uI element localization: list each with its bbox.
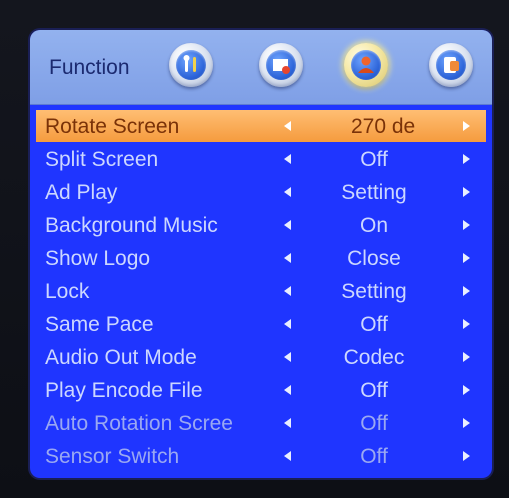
menu-row-label: Show Logo <box>45 247 151 270</box>
menu-row-rotate-screen[interactable]: Rotate Screen 270 de <box>36 110 486 142</box>
menu-row-label: Auto Rotation Scree <box>45 412 233 435</box>
arrow-right-icon[interactable] <box>463 451 470 461</box>
menu-row-value: Off <box>360 379 388 402</box>
user-glyph <box>358 56 374 73</box>
arrow-left-icon[interactable] <box>284 451 291 461</box>
arrow-left-icon[interactable] <box>284 121 291 131</box>
menu-header: Function <box>30 30 492 105</box>
tools-icon-face <box>176 50 206 80</box>
arrow-right-icon[interactable] <box>463 352 470 362</box>
arrow-left-icon[interactable] <box>284 418 291 428</box>
header-title: Function <box>49 56 130 79</box>
user-icon-face <box>351 50 381 80</box>
arrow-left-icon[interactable] <box>284 253 291 263</box>
media-glyph <box>273 59 290 74</box>
user-icon[interactable] <box>344 43 388 87</box>
menu-row-label: Sensor Switch <box>45 445 180 468</box>
arrow-right-icon[interactable] <box>463 187 470 197</box>
function-menu-panel: Function Rotate Screen 270 de Split Scre… <box>30 30 492 478</box>
menu-row-value: Setting <box>341 181 407 204</box>
menu-row-value: Codec <box>343 346 405 369</box>
menu-row-label: Audio Out Mode <box>45 346 197 369</box>
arrow-right-icon[interactable] <box>463 154 470 164</box>
arrow-left-icon[interactable] <box>284 154 291 164</box>
screen-background: Function Rotate Screen 270 de Split Scre… <box>0 0 509 498</box>
menu-row-value: Setting <box>341 280 407 303</box>
menu-row-value: Off <box>360 148 388 171</box>
media-icon-face <box>266 50 296 80</box>
menu-row-auto-rotation-screen[interactable]: Auto Rotation Scree Off <box>36 407 486 439</box>
menu-row-label: Same Pace <box>45 313 154 336</box>
arrow-left-icon[interactable] <box>284 187 291 197</box>
menu-row-same-pace[interactable]: Same Pace Off <box>36 308 486 340</box>
menu-row-audio-out-mode[interactable]: Audio Out Mode Codec <box>36 341 486 373</box>
arrow-right-icon[interactable] <box>463 418 470 428</box>
menu-row-value: 270 de <box>351 115 416 138</box>
arrow-left-icon[interactable] <box>284 385 291 395</box>
menu-row-show-logo[interactable]: Show Logo Close <box>36 242 486 274</box>
arrow-left-icon[interactable] <box>284 220 291 230</box>
menu-row-split-screen[interactable]: Split Screen Off <box>36 143 486 175</box>
menu-row-label: Split Screen <box>45 148 159 171</box>
menu-row-value: Off <box>360 313 388 336</box>
tools-icon[interactable] <box>169 43 213 87</box>
menu-row-label: Ad Play <box>45 181 118 204</box>
menu-row-value: On <box>359 214 388 237</box>
arrow-right-icon[interactable] <box>463 286 470 296</box>
arrow-right-icon[interactable] <box>463 385 470 395</box>
menu-row-label: Lock <box>45 280 90 303</box>
menu-row-value: Off <box>360 412 388 435</box>
arrow-right-icon[interactable] <box>463 253 470 263</box>
menu-row-value: Off <box>360 445 388 468</box>
menu-row-play-encode-file[interactable]: Play Encode File Off <box>36 374 486 406</box>
menu-row-sensor-switch[interactable]: Sensor Switch Off <box>36 440 486 472</box>
display-glyph <box>444 57 459 73</box>
arrow-left-icon[interactable] <box>284 286 291 296</box>
arrow-left-icon[interactable] <box>284 352 291 362</box>
menu-row-label: Rotate Screen <box>45 115 180 138</box>
menu-row-label: Play Encode File <box>45 379 203 402</box>
display-icon[interactable] <box>429 43 473 87</box>
display-icon-face <box>436 50 466 80</box>
menu-row-background-music[interactable]: Background Music On <box>36 209 486 241</box>
arrow-left-icon[interactable] <box>284 319 291 329</box>
arrow-right-icon[interactable] <box>463 121 470 131</box>
arrow-right-icon[interactable] <box>463 220 470 230</box>
menu-row-value: Close <box>347 247 401 270</box>
tools-glyph <box>183 55 196 72</box>
menu-row-label: Background Music <box>45 214 218 237</box>
menu-row-ad-play[interactable]: Ad Play Setting <box>36 176 486 208</box>
menu-row-lock[interactable]: Lock Setting <box>36 275 486 307</box>
media-icon[interactable] <box>259 43 303 87</box>
arrow-right-icon[interactable] <box>463 319 470 329</box>
